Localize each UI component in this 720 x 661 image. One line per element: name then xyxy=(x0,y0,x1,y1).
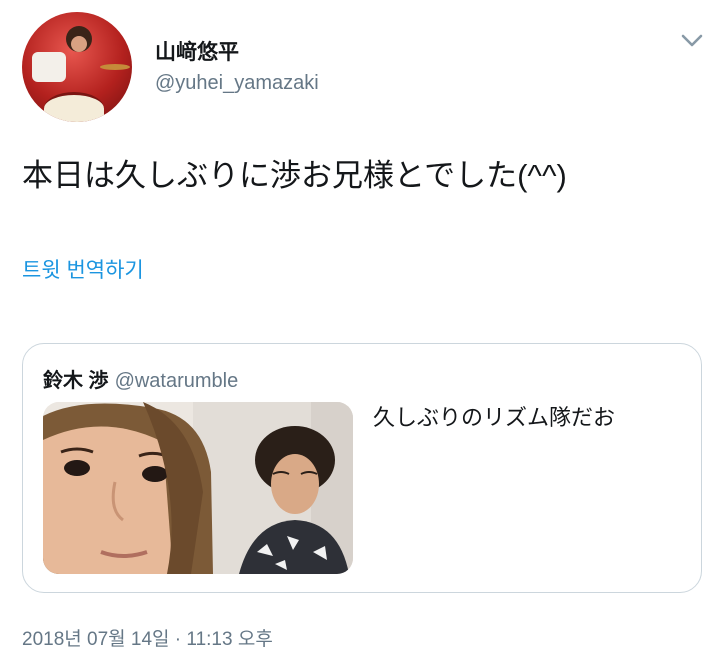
quoted-tweet-photo[interactable] xyxy=(43,402,353,574)
avatar-face xyxy=(71,36,87,52)
quoted-author-name: 鈴木 渉 xyxy=(43,370,109,392)
avatar-shirt xyxy=(32,52,66,82)
photo-illustration xyxy=(43,402,353,574)
quoted-tweet-card[interactable]: 鈴木 渉 @watarumble 久しぶりのリズム隊だお xyxy=(22,343,702,593)
author-name[interactable]: 山﨑悠平 xyxy=(155,36,239,66)
author-handle[interactable]: @yuhei_yamazaki xyxy=(155,72,319,95)
quoted-author-handle: @watarumble xyxy=(114,370,239,392)
tweet-timestamp[interactable]: 2018년 07월 14일 · 11:13 오후 xyxy=(22,624,273,651)
tweet-text: 本日は久しぶりに渉お兄様とでした(^^) xyxy=(22,158,567,193)
quoted-tweet-text: 久しぶりのリズム隊だお xyxy=(373,405,616,430)
avatar-drum xyxy=(44,92,104,122)
avatar-cymbal xyxy=(100,64,130,70)
quoted-tweet-header: 鈴木 渉 @watarumble xyxy=(43,364,238,393)
translate-tweet-link[interactable]: 트윗 번역하기 xyxy=(22,254,144,284)
chevron-down-icon[interactable] xyxy=(680,28,704,52)
profile-avatar[interactable] xyxy=(22,12,132,122)
